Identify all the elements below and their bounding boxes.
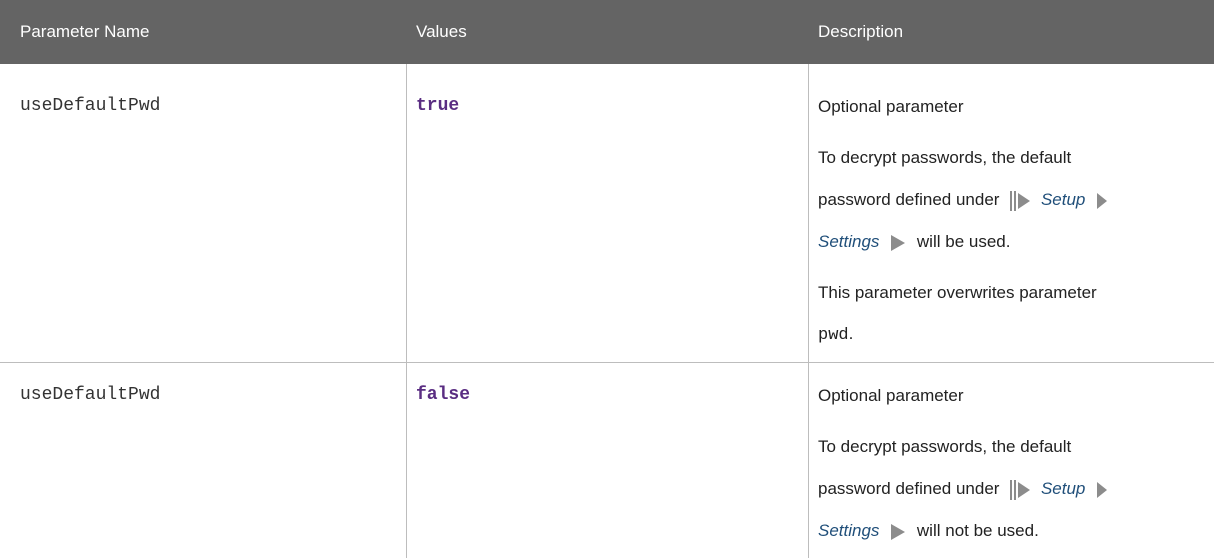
desc-line: Optional parameter [818,386,964,405]
param-name: useDefaultPwd [20,96,161,116]
menu-path-arrow-icon [891,234,906,251]
desc-text: will be used. [916,232,1011,251]
desc-text: will not be used. [916,521,1039,540]
menu-path-start-icon [1010,190,1031,211]
menu-item-setup: Setup [1040,190,1086,209]
code-pwd: pwd [818,326,849,345]
menu-path-arrow-icon [1097,481,1108,498]
menu-item-settings: Settings [818,521,880,540]
param-name: useDefaultPwd [20,385,161,405]
table-header: Parameter Name Values Description [0,0,1214,64]
desc-line-menu-path: password defined under Setup [818,190,1114,211]
menu-path-start-icon [1010,479,1031,500]
desc-line: To decrypt passwords, the default [818,148,1072,167]
menu-path-arrow-icon [1097,192,1108,209]
menu-path-arrow-icon [891,523,906,540]
desc-line: This parameter overwrites parameter [818,283,1097,302]
desc-text: . [848,324,854,343]
header-values: Values [416,22,467,41]
menu-item-settings: Settings [818,232,880,251]
menu-item-setup: Setup [1040,479,1086,498]
desc-line: pwd. [818,324,853,345]
row-divider [0,362,1214,363]
column-divider [808,64,809,558]
desc-text: password defined under [818,190,1000,209]
desc-line-menu-path: Settings will not be used. [818,521,1039,542]
desc-line: Optional parameter [818,97,964,116]
header-description: Description [818,22,904,41]
desc-line: To decrypt passwords, the default [818,437,1072,456]
desc-line-menu-path: password defined under Setup [818,479,1114,500]
param-value: false [416,385,471,405]
column-divider [406,64,407,558]
header-parameter-name: Parameter Name [20,22,150,41]
desc-line-menu-path: Settings will be used. [818,232,1010,253]
desc-text: password defined under [818,479,1000,498]
param-value: true [416,96,460,116]
